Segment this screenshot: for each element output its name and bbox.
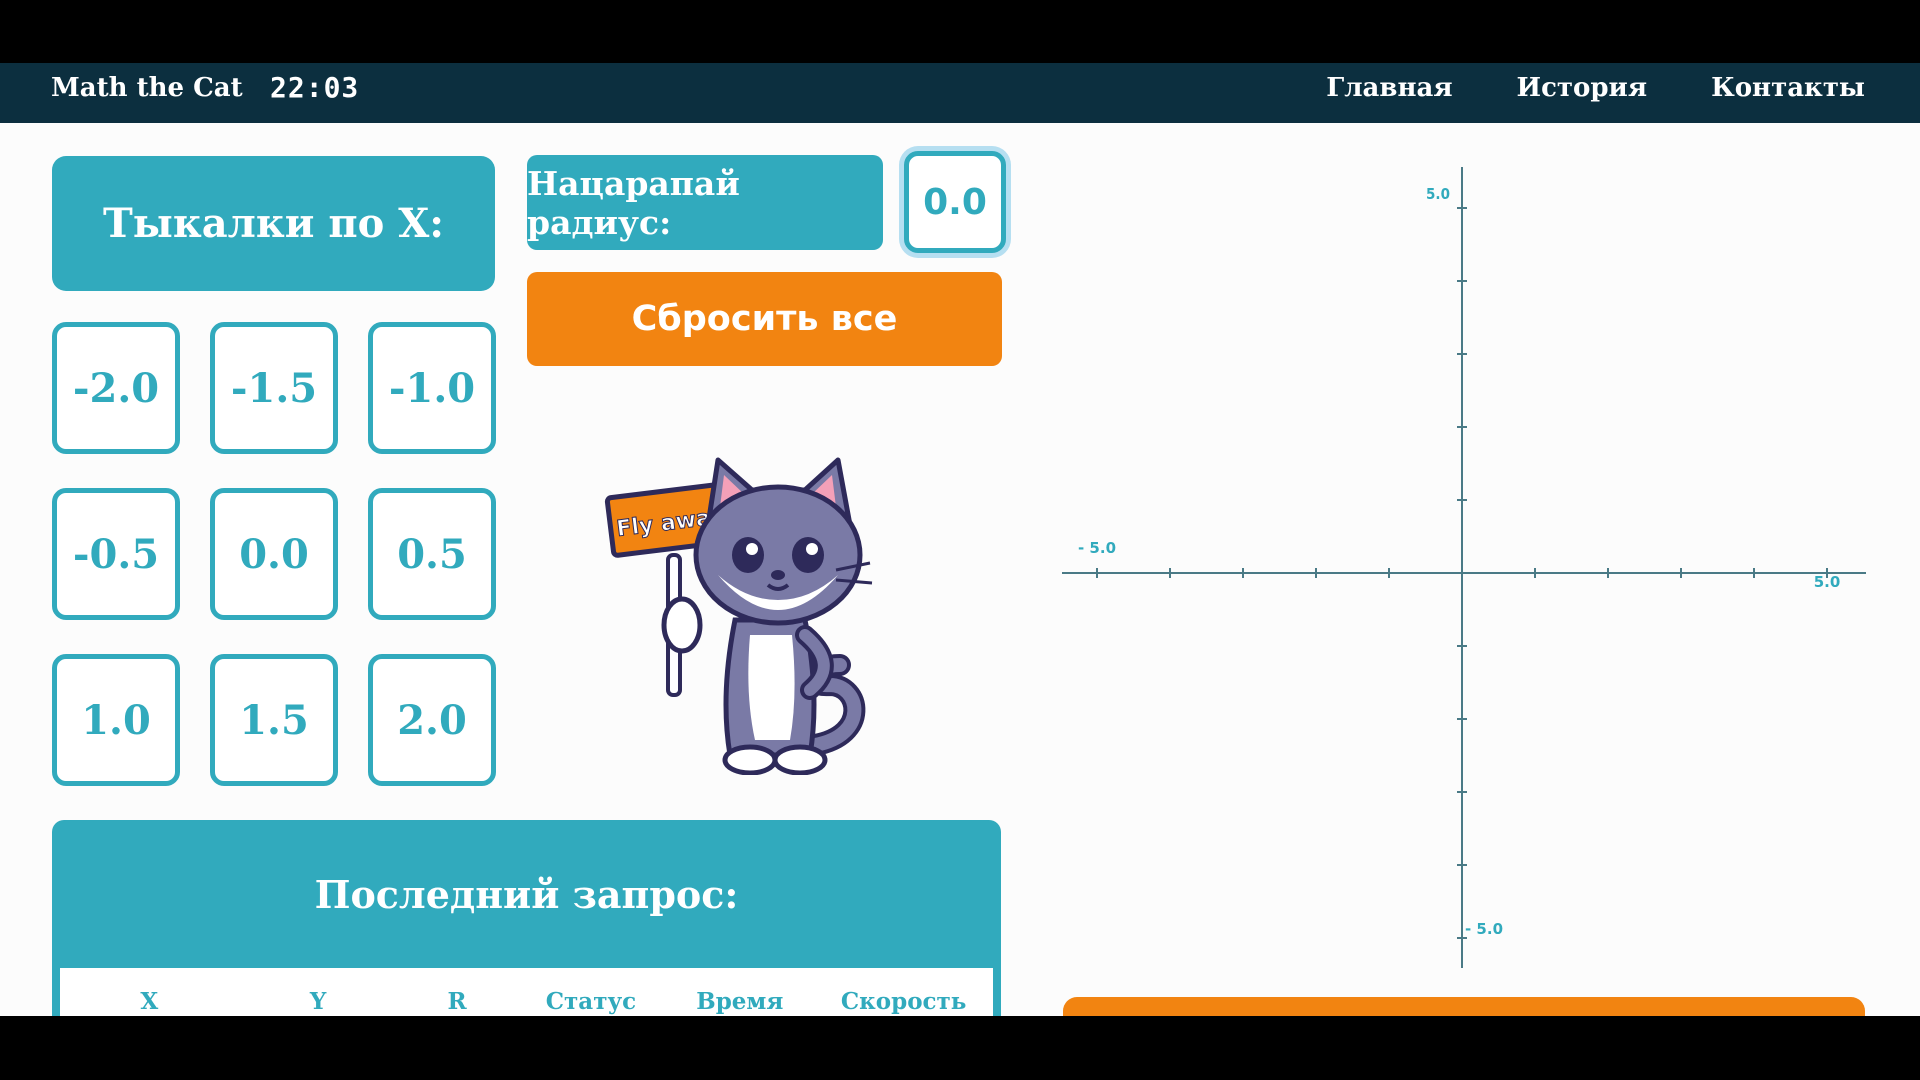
nav-links: Главная История Контакты bbox=[1326, 63, 1865, 113]
column-header-speed: Скорость bbox=[840, 988, 967, 1015]
reset-button[interactable]: Сбросить все bbox=[527, 272, 1002, 366]
cat-mascot-illustration: Fly away! bbox=[604, 457, 873, 775]
main-content: Тыкалки по X: -2.0 -1.5 -1.0 -0.5 0.0 0.… bbox=[0, 123, 1920, 1016]
x-button-0-5[interactable]: 0.5 bbox=[368, 488, 496, 620]
x-button-0[interactable]: 0.0 bbox=[210, 488, 338, 620]
x-button-1[interactable]: 1.0 bbox=[52, 654, 180, 786]
x-button-minus-0-5[interactable]: -0.5 bbox=[52, 488, 180, 620]
column-header-time: Время bbox=[696, 988, 784, 1015]
nav-link-home[interactable]: Главная bbox=[1326, 63, 1452, 113]
x-button-minus-2[interactable]: -2.0 bbox=[52, 322, 180, 454]
column-header-x: X bbox=[140, 988, 159, 1015]
nav-link-history[interactable]: История bbox=[1517, 63, 1648, 113]
site-brand[interactable]: Math the Cat bbox=[51, 63, 243, 113]
top-navbar: Math the Cat 22:03 Главная История Конта… bbox=[0, 63, 1920, 123]
x-max-label: 5.0 bbox=[1814, 573, 1841, 591]
x-button-minus-1-5[interactable]: -1.5 bbox=[210, 322, 338, 454]
column-header-r: R bbox=[447, 988, 467, 1015]
x-selector-title: Тыкалки по X: bbox=[52, 156, 495, 291]
last-request-panel: Последний запрос: X Y R Статус Время Ско… bbox=[52, 820, 1001, 1016]
last-request-table: X Y R Статус Время Скорость bbox=[60, 988, 993, 1015]
x-min-label: - 5.0 bbox=[1078, 539, 1116, 557]
coordinate-plane[interactable]: 5.0 - 5.0 - 5.0 5.0 bbox=[1062, 163, 1870, 973]
x-button-1-5[interactable]: 1.5 bbox=[210, 654, 338, 786]
y-min-label: - 5.0 bbox=[1465, 920, 1503, 938]
last-request-title: Последний запрос: bbox=[314, 871, 739, 917]
submit-button[interactable] bbox=[1063, 997, 1865, 1016]
last-request-table-container: X Y R Статус Время Скорость bbox=[60, 968, 993, 1016]
column-header-status: Статус bbox=[545, 988, 637, 1015]
radius-label: Нацарапай радиус: bbox=[527, 155, 883, 250]
clock: 22:03 bbox=[270, 71, 360, 104]
x-button-2[interactable]: 2.0 bbox=[368, 654, 496, 786]
x-button-minus-1[interactable]: -1.0 bbox=[368, 322, 496, 454]
column-header-y: Y bbox=[309, 988, 327, 1015]
nav-link-contacts[interactable]: Контакты bbox=[1711, 63, 1865, 113]
radius-input[interactable] bbox=[904, 151, 1006, 253]
y-max-label: 5.0 bbox=[1426, 185, 1450, 203]
